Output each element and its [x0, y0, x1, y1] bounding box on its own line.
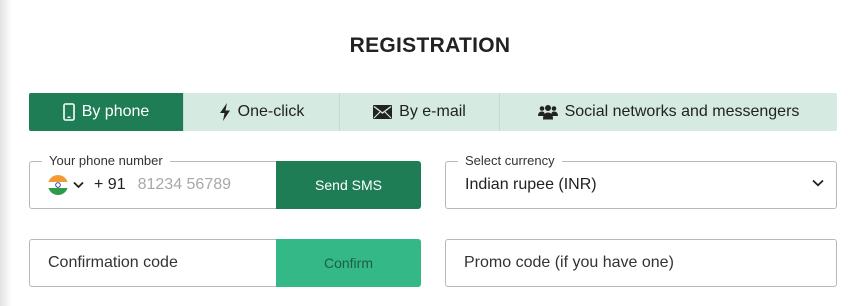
currency-selected-value: Indian rupee (INR): [465, 176, 597, 193]
chevron-down-icon: [812, 179, 824, 187]
lightning-bolt-icon: [219, 103, 231, 121]
phone-input[interactable]: [137, 176, 258, 194]
tab-by-phone[interactable]: By phone: [29, 93, 183, 131]
confirmation-code-input[interactable]: [30, 240, 276, 286]
tab-label: By e-mail: [399, 103, 466, 120]
tab-one-click[interactable]: One-click: [183, 93, 339, 131]
tab-by-email[interactable]: By e-mail: [339, 93, 499, 131]
confirmation-code-field: Confirm: [29, 239, 421, 287]
promo-code-input[interactable]: [446, 240, 836, 286]
india-flag-icon[interactable]: [48, 175, 68, 195]
mobile-phone-icon: [62, 103, 75, 121]
tab-social-networks[interactable]: Social networks and messengers: [499, 93, 837, 131]
users-group-icon: [537, 104, 558, 120]
page-title: REGISTRATION: [349, 34, 511, 57]
tab-label: By phone: [81, 103, 150, 120]
tab-label: Social networks and messengers: [564, 103, 800, 120]
country-chevron-down-icon[interactable]: [73, 181, 84, 189]
phone-number-field: Your phone number + 91 Send SMS: [29, 153, 421, 209]
promo-code-field: [445, 239, 837, 287]
envelope-icon: [373, 105, 393, 119]
country-code: + 91: [94, 176, 126, 193]
registration-method-tabs: By phone One-click By e-mail Social netw…: [29, 93, 837, 131]
tab-label: One-click: [237, 103, 305, 120]
phone-input-group: + 91: [30, 162, 278, 208]
confirm-button[interactable]: Confirm: [276, 239, 421, 287]
send-sms-button[interactable]: Send SMS: [276, 161, 421, 209]
currency-select[interactable]: Select currency Indian rupee (INR): [445, 153, 837, 209]
currency-field-label: Select currency: [458, 153, 562, 169]
